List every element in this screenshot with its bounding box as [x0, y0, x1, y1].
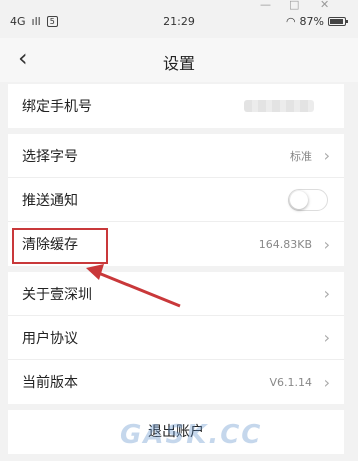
watermark-logo: GASK.CC	[120, 420, 263, 450]
annotation-arrow-icon	[86, 264, 181, 308]
